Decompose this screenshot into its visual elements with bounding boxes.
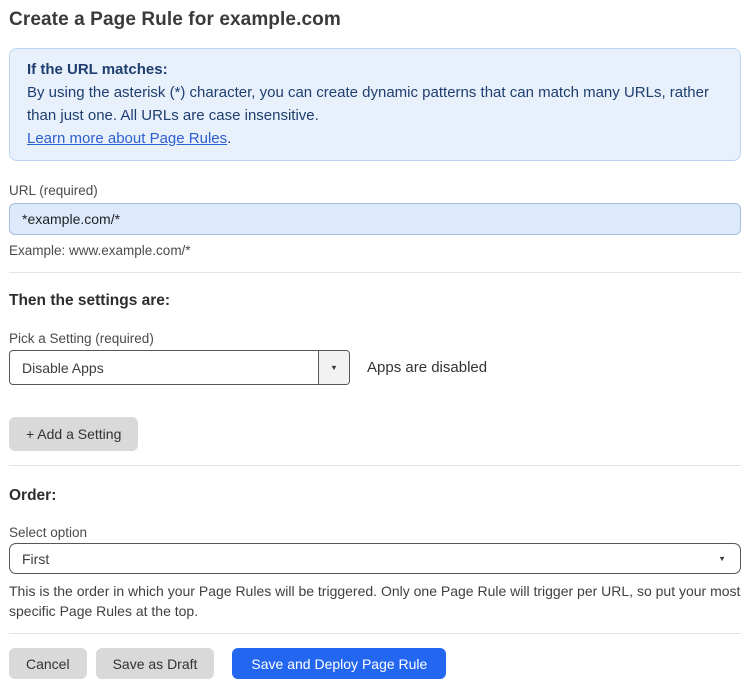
- setting-status-text: Apps are disabled: [367, 359, 488, 376]
- settings-section-heading: Then the settings are:: [9, 292, 171, 309]
- setting-select[interactable]: Disable Apps ▼: [9, 350, 350, 385]
- setting-select-value: Disable Apps: [22, 359, 104, 376]
- footer-actions: Cancel Save as Draft Save and Deploy Pag…: [9, 648, 741, 679]
- order-select-label: Select option: [9, 525, 88, 540]
- url-helper: Example: www.example.com/*: [9, 243, 191, 258]
- save-draft-button[interactable]: Save as Draft: [95, 648, 215, 679]
- add-setting-button[interactable]: + Add a Setting: [9, 417, 139, 451]
- url-label: URL (required): [9, 183, 98, 198]
- order-select-value: First: [22, 550, 50, 567]
- setting-row: Disable Apps ▼ Apps are disabled: [9, 350, 741, 385]
- learn-more-link[interactable]: Learn more about Page Rules: [27, 130, 227, 147]
- page-title: Create a Page Rule for example.com: [9, 9, 341, 30]
- info-box-body: By using the asterisk (*) character, you…: [27, 84, 709, 124]
- order-section-heading: Order:: [9, 487, 57, 504]
- order-select[interactable]: First ▼: [9, 543, 741, 574]
- url-match-info-box: If the URL matches: By using the asteris…: [9, 48, 741, 161]
- link-suffix: .: [227, 130, 232, 147]
- info-box-heading: If the URL matches:: [27, 61, 168, 78]
- caret-down-icon: ▼: [718, 554, 726, 563]
- pick-setting-label: Pick a Setting (required): [9, 331, 154, 346]
- url-input[interactable]: [9, 203, 741, 235]
- divider: [9, 633, 741, 634]
- divider: [9, 272, 741, 273]
- setting-select-arrow-button[interactable]: ▼: [318, 351, 349, 384]
- info-box-link-line: Learn more about Page Rules.: [27, 127, 723, 150]
- order-helper-text: This is the order in which your Page Rul…: [9, 583, 741, 619]
- caret-down-icon: ▼: [330, 363, 338, 372]
- save-deploy-button[interactable]: Save and Deploy Page Rule: [232, 648, 447, 679]
- cancel-button[interactable]: Cancel: [9, 648, 87, 679]
- divider: [9, 465, 741, 466]
- create-page-rule-page: { "page": { "title": "Create a Page Rule…: [0, 0, 750, 689]
